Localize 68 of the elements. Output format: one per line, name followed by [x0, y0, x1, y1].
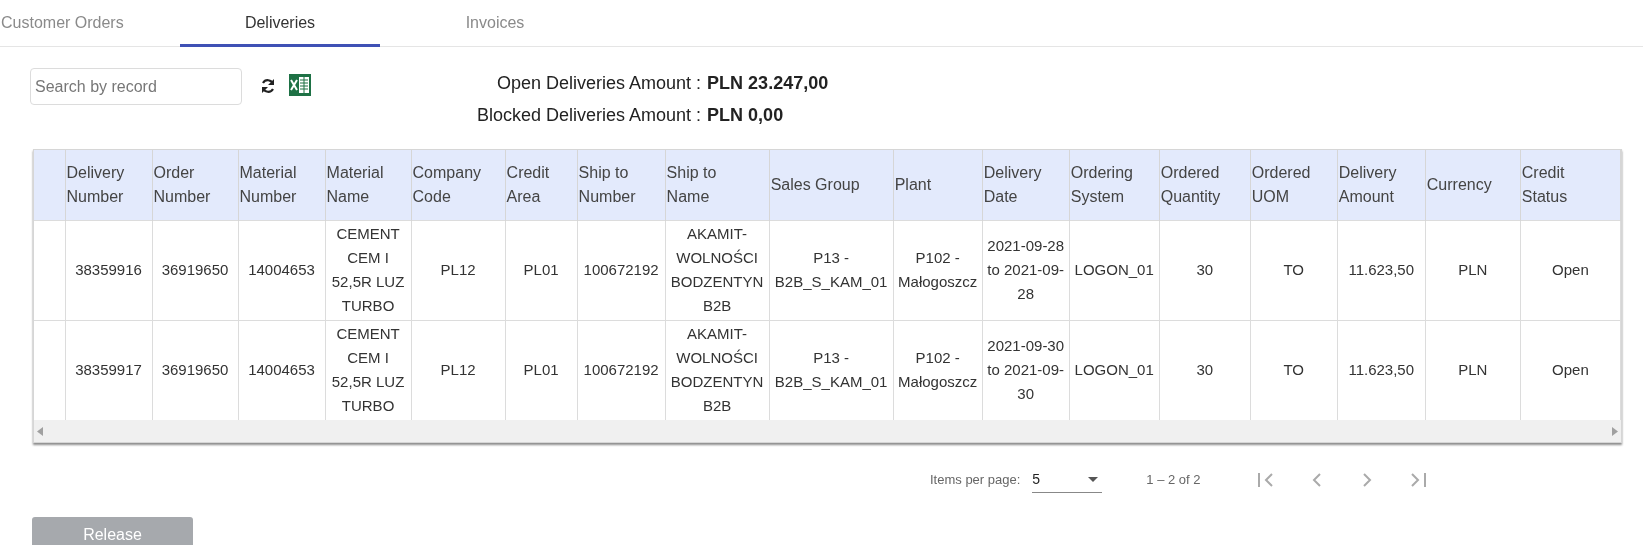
column-header[interactable]: Ship to Number	[578, 160, 657, 209]
table-cell-text: PLN	[1457, 260, 1489, 280]
scroll-right-icon[interactable]	[1612, 426, 1618, 436]
table-cell-text: 30	[1195, 260, 1215, 280]
column-header[interactable]: Ordered Quantity	[1160, 160, 1242, 209]
items-per-page-label: Items per page:	[930, 471, 1021, 490]
summary-value: PLN 0,00	[707, 104, 785, 127]
table-cell-text: LOGON_01	[1073, 360, 1155, 381]
table-cell-text: CEMENT CEM I 52,5R LUZ TURBO	[330, 324, 406, 417]
table-cell-text: Open	[1551, 260, 1590, 280]
table-cell-text: 2021-09-28 to 2021-09-28	[986, 236, 1066, 304]
summary-label: Blocked Deliveries Amount :	[477, 104, 702, 127]
page-range-label: 1 – 2 of 2	[1146, 471, 1201, 490]
summary-label: Open Deliveries Amount :	[497, 72, 702, 95]
table-cell-text: Open	[1551, 360, 1590, 381]
table-cell-text: TO	[1282, 260, 1305, 280]
tab[interactable]: Deliveries	[180, 0, 380, 47]
scroll-left-icon[interactable]	[37, 426, 43, 436]
column-header[interactable]: Ordering System	[1070, 160, 1151, 209]
table-cell-text: 30	[1195, 360, 1215, 381]
table-cell-text: AKAMIT-WOLNOŚCI BODZENTYN B2B	[669, 324, 765, 417]
column-header[interactable]: Material Number	[239, 160, 317, 209]
table-cell-text: 11.623,50	[1347, 260, 1416, 280]
table-cell-text: 38359916	[74, 260, 143, 280]
column-header[interactable]: Ship to Name	[666, 160, 761, 209]
table-cell-text: 38359917	[74, 360, 143, 381]
horizontal-scrollbar[interactable]	[34, 420, 1621, 442]
column-header[interactable]: Delivery Number	[66, 160, 144, 209]
tab[interactable]: Customer Orders	[0, 0, 180, 47]
table-cell-text: 36919650	[160, 360, 230, 381]
table-cell-text: 100672192	[582, 360, 660, 381]
table-cell-text: PL12	[439, 260, 477, 280]
table-cell-text: AKAMIT-WOLNOŚCI BODZENTYN B2B	[669, 224, 765, 316]
column-header[interactable]: Sales Group	[770, 172, 885, 197]
table-cell-text: P102 - Małogoszcz	[897, 348, 979, 393]
table-cell-text: LOGON_01	[1073, 260, 1155, 280]
refresh-icon[interactable]	[260, 78, 276, 94]
column-header[interactable]: Plant	[894, 172, 974, 197]
column-header[interactable]: Currency	[1426, 172, 1512, 197]
table-cell-text: CEMENT CEM I 52,5R LUZ TURBO	[330, 224, 406, 316]
table-cell-text: 2021-09-30 to 2021-09-30	[986, 336, 1066, 405]
column-header[interactable]: Credit Area	[506, 160, 569, 209]
page-size-dropdown[interactable]: 5	[1032, 467, 1103, 493]
spreadsheet-icon[interactable]	[288, 73, 312, 97]
table-cell-text: P13 - B2B_S_KAM_01	[773, 248, 889, 292]
table-cell-text: 100672192	[582, 260, 660, 280]
column-header[interactable]: Delivery Date	[983, 160, 1061, 209]
tab[interactable]: Invoices	[400, 0, 590, 47]
table-cell-text: P13 - B2B_S_KAM_01	[773, 348, 889, 393]
search-field[interactable]: Search by record	[30, 68, 242, 105]
table-cell-text: 14004653	[247, 260, 316, 280]
column-header[interactable]: Material Name	[326, 160, 403, 209]
column-header[interactable]: Delivery Amount	[1338, 160, 1417, 209]
table-cell-text: P102 - Małogoszcz	[897, 248, 979, 292]
column-header[interactable]: Company Code	[412, 160, 497, 209]
table-cell-text: 11.623,50	[1347, 360, 1416, 381]
dropdown-caret-icon	[1088, 477, 1099, 482]
table-cell-text: 36919650	[160, 260, 230, 280]
table-cell-text: PL01	[522, 360, 560, 381]
table-cell-text: PL12	[439, 360, 477, 381]
summary-value: PLN 23.247,00	[707, 72, 830, 95]
table-cell-text: PL01	[522, 260, 560, 280]
table-cell-text: 14004653	[247, 360, 316, 381]
column-header[interactable]: Order Number	[153, 160, 230, 209]
column-header[interactable]: Ordered UOM	[1251, 160, 1329, 209]
table-cell-text: PLN	[1457, 360, 1489, 381]
table-cell-text: TO	[1282, 360, 1305, 381]
column-header[interactable]: Credit Status	[1521, 160, 1612, 209]
